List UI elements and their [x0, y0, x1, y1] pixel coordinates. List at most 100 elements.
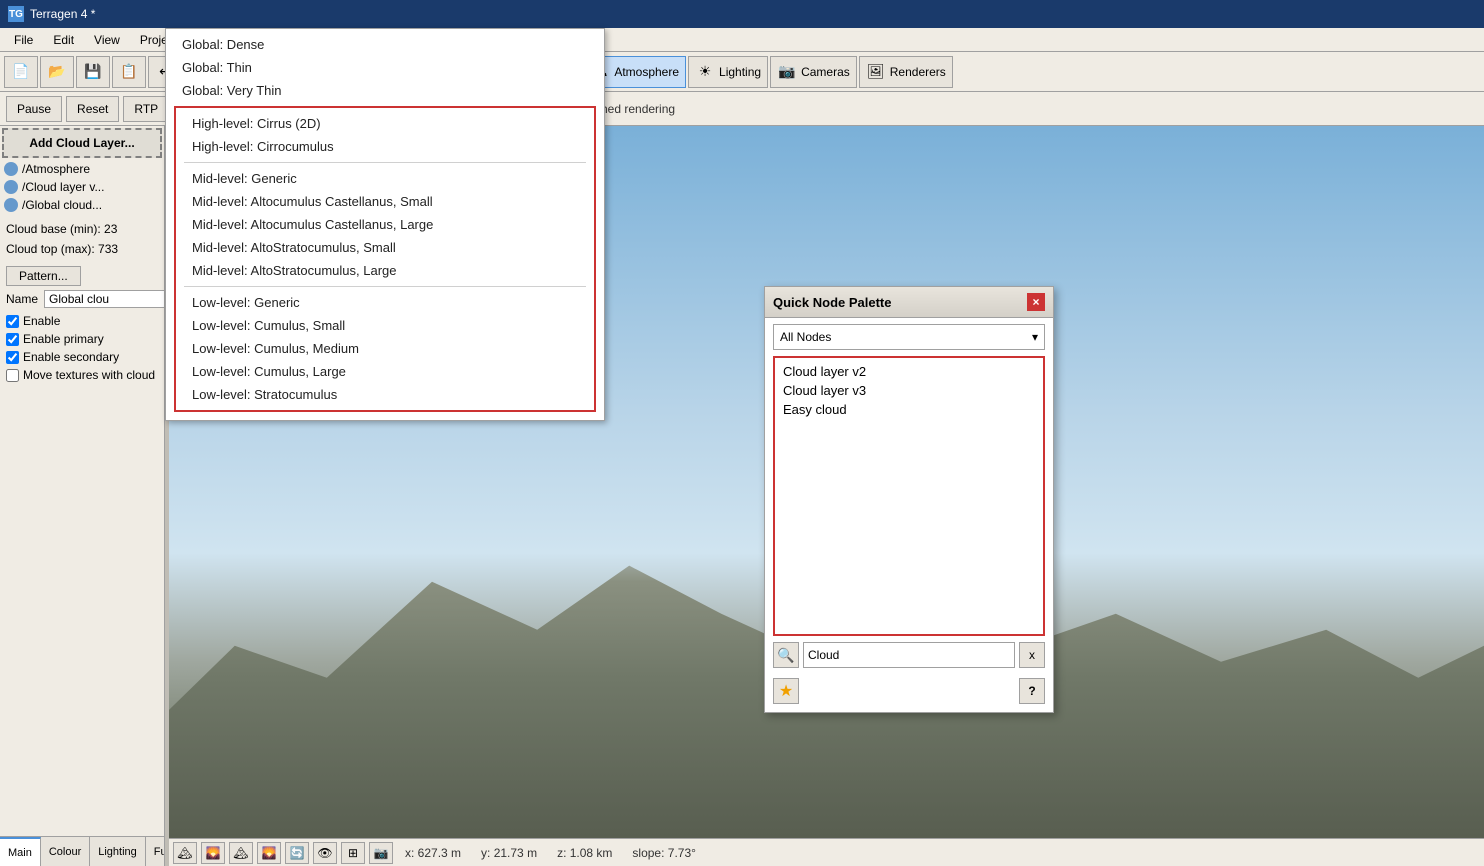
tree-item-atmosphere[interactable]: /Atmosphere	[0, 160, 164, 178]
pause-button[interactable]: Pause	[6, 96, 62, 122]
status-refresh-btn[interactable]: 🔄	[285, 842, 309, 864]
cameras-icon: 📷	[777, 62, 797, 82]
tab-functions[interactable]: Functions	[146, 837, 164, 866]
menu-file[interactable]: File	[4, 31, 43, 49]
enable-secondary-checkbox[interactable]	[6, 351, 19, 364]
x-coordinate: x: 627.3 m	[397, 846, 469, 860]
dropdown-item-global-verythin[interactable]: Global: Very Thin	[166, 79, 604, 102]
status-eye-btn[interactable]: 👁	[313, 842, 337, 864]
menu-edit[interactable]: Edit	[43, 31, 84, 49]
status-terrain2-btn[interactable]: 🏔	[229, 842, 253, 864]
left-panel: Add Cloud Layer... /Atmosphere /Cloud la…	[0, 126, 165, 866]
enable-label: Enable	[23, 314, 60, 328]
status-landscape-btn[interactable]: 🌄	[201, 842, 225, 864]
y-coordinate: y: 21.73 m	[473, 846, 545, 860]
move-textures-checkbox[interactable]	[6, 369, 19, 382]
rtp-button[interactable]: RTP	[123, 96, 169, 122]
qnp-item-cloud-v3[interactable]: Cloud layer v3	[779, 381, 1039, 400]
sep-mid-low	[184, 286, 586, 287]
qnp-help-button[interactable]: ?	[1019, 678, 1045, 704]
menu-view[interactable]: View	[84, 31, 130, 49]
app-icon: TG	[8, 6, 24, 22]
move-textures-label: Move textures with cloud	[23, 368, 155, 382]
atmosphere-tree-icon	[4, 162, 18, 176]
enable-checkbox[interactable]	[6, 315, 19, 328]
enable-primary-checkbox[interactable]	[6, 333, 19, 346]
enable-primary-row: Enable primary	[6, 332, 158, 346]
cloud-top-label: Cloud top (max): 733	[6, 242, 118, 256]
qnp-close-button[interactable]: ×	[1027, 293, 1045, 311]
qnp-node-list: Cloud layer v2 Cloud layer v3 Easy cloud	[773, 356, 1045, 636]
lighting-label: Lighting	[719, 65, 761, 79]
cloud-type-section: High-level: Cirrus (2D) High-level: Cirr…	[174, 106, 596, 412]
dropdown-item-global-dense[interactable]: Global: Dense	[166, 33, 604, 56]
cameras-label: Cameras	[801, 65, 850, 79]
reset-button[interactable]: Reset	[66, 96, 119, 122]
dropdown-item-mid-ac-large[interactable]: Mid-level: Altocumulus Castellanus, Larg…	[176, 213, 594, 236]
z-coordinate: z: 1.08 km	[549, 846, 620, 860]
renderers-button[interactable]: 🖼 Renderers	[859, 56, 953, 88]
name-field-label: Name	[6, 292, 38, 306]
name-row: Name	[6, 290, 158, 308]
status-camera3-btn[interactable]: 📷	[369, 842, 393, 864]
qnp-clear-button[interactable]: x	[1019, 642, 1045, 668]
qnp-search-icon[interactable]: 🔍	[773, 642, 799, 668]
tree-item-global-cloud[interactable]: /Global cloud...	[0, 196, 164, 214]
quick-node-palette: Quick Node Palette × All Nodes ▾ Cloud l…	[764, 286, 1054, 713]
dropdown-item-cirrocumulus[interactable]: High-level: Cirrocumulus	[176, 135, 594, 158]
cloud-base-row: Cloud base (min): 23	[6, 222, 158, 236]
saveas-button[interactable]: 📋	[112, 56, 146, 88]
new-icon: 📄	[11, 62, 31, 82]
tree-item-cloud-layer[interactable]: /Cloud layer v...	[0, 178, 164, 196]
atmosphere-label: Atmosphere	[614, 65, 679, 79]
qnp-category-dropdown[interactable]: All Nodes ▾	[773, 324, 1045, 350]
dropdown-item-low-sc[interactable]: Low-level: Stratocumulus	[176, 383, 594, 406]
enable-secondary-row: Enable secondary	[6, 350, 158, 364]
status-landscape2-btn[interactable]: 🌄	[257, 842, 281, 864]
renderers-icon: 🖼	[866, 62, 886, 82]
status-terrain-btn[interactable]: 🏔	[173, 842, 197, 864]
lighting-icon: ☀	[695, 62, 715, 82]
dropdown-item-low-cu-medium[interactable]: Low-level: Cumulus, Medium	[176, 337, 594, 360]
qnp-item-easy-cloud[interactable]: Easy cloud	[779, 400, 1039, 419]
dropdown-item-low-cu-large[interactable]: Low-level: Cumulus, Large	[176, 360, 594, 383]
cameras-button[interactable]: 📷 Cameras	[770, 56, 857, 88]
qnp-search-area: 🔍 x	[773, 642, 1045, 668]
save-button[interactable]: 💾	[76, 56, 110, 88]
dropdown-item-cirrus[interactable]: High-level: Cirrus (2D)	[176, 112, 594, 135]
tab-colour[interactable]: Colour	[41, 837, 90, 866]
lighting-button[interactable]: ☀ Lighting	[688, 56, 768, 88]
open-button[interactable]: 📂	[40, 56, 74, 88]
qnp-title: Quick Node Palette	[773, 295, 891, 310]
cloud-properties: Cloud base (min): 23 Cloud top (max): 73…	[0, 214, 164, 836]
enable-row: Enable	[6, 314, 158, 328]
app-title: Terragen 4 *	[30, 7, 95, 21]
cloud-layer-tree-icon	[4, 180, 18, 194]
tree-item-cloud-label: /Cloud layer v...	[22, 180, 104, 194]
dropdown-item-global-thin[interactable]: Global: Thin	[166, 56, 604, 79]
status-bar: 🏔 🌄 🏔 🌄 🔄 👁 ⊞ 📷 x: 627.3 m y: 21.73 m z:…	[169, 838, 1484, 866]
tree-item-atmosphere-label: /Atmosphere	[22, 162, 90, 176]
dropdown-item-low-generic[interactable]: Low-level: Generic	[176, 291, 594, 314]
name-input[interactable]	[44, 290, 165, 308]
new-button[interactable]: 📄	[4, 56, 38, 88]
title-bar: TG Terragen 4 *	[0, 0, 1484, 28]
tab-lighting[interactable]: Lighting	[90, 837, 146, 866]
saveas-icon: 📋	[119, 62, 139, 82]
pattern-button[interactable]: Pattern...	[6, 266, 81, 286]
status-frame-btn[interactable]: ⊞	[341, 842, 365, 864]
dropdown-item-mid-as-small[interactable]: Mid-level: AltoStratocumulus, Small	[176, 236, 594, 259]
add-cloud-button[interactable]: Add Cloud Layer...	[2, 128, 162, 158]
dropdown-item-low-cu-small[interactable]: Low-level: Cumulus, Small	[176, 314, 594, 337]
sep-high-mid	[184, 162, 586, 163]
dropdown-item-mid-as-large[interactable]: Mid-level: AltoStratocumulus, Large	[176, 259, 594, 282]
dropdown-item-mid-ac-small[interactable]: Mid-level: Altocumulus Castellanus, Smal…	[176, 190, 594, 213]
save-icon: 💾	[83, 62, 103, 82]
qnp-bottom-bar: ★ ?	[765, 674, 1053, 708]
tab-main[interactable]: Main	[0, 837, 41, 866]
dropdown-item-mid-generic[interactable]: Mid-level: Generic	[176, 167, 594, 190]
qnp-favorites-button[interactable]: ★	[773, 678, 799, 704]
cloud-layer-dropdown: Global: Dense Global: Thin Global: Very …	[165, 28, 605, 421]
qnp-item-cloud-v2[interactable]: Cloud layer v2	[779, 362, 1039, 381]
qnp-search-input[interactable]	[803, 642, 1015, 668]
